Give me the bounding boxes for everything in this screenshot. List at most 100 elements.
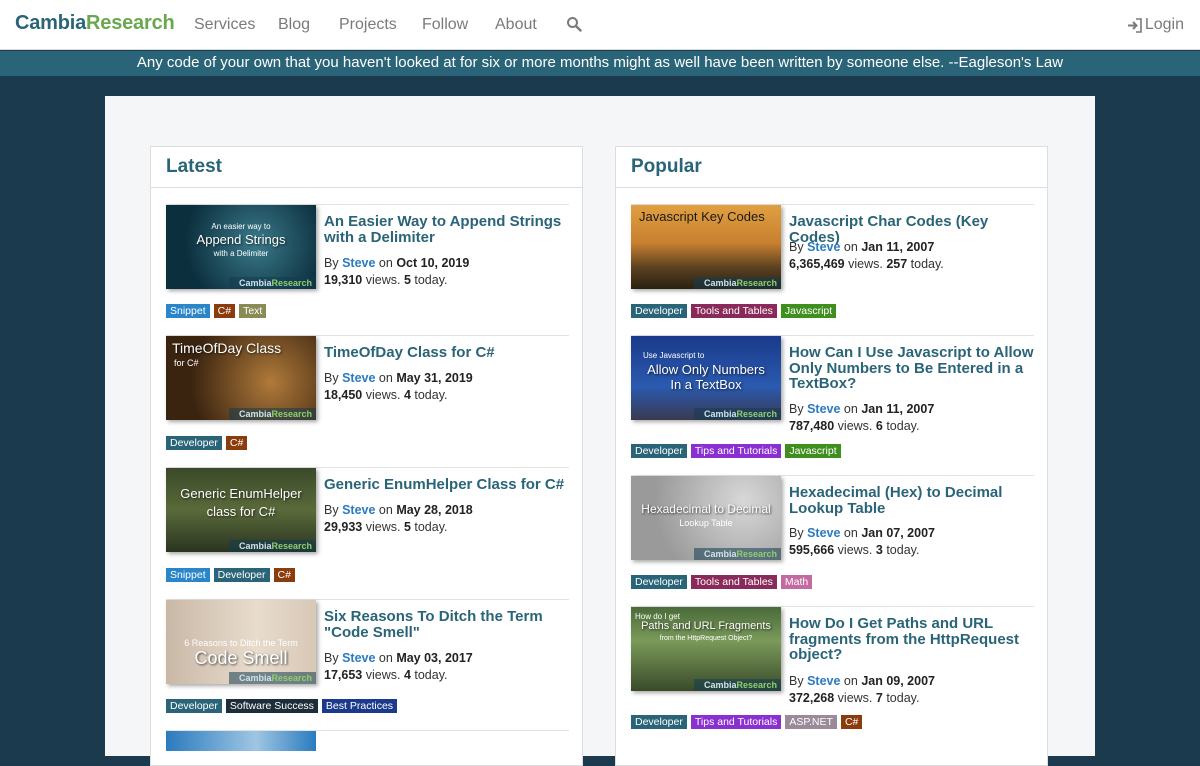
- tag-developer[interactable]: Developer: [166, 436, 222, 450]
- today-label: today.: [414, 273, 448, 287]
- tag-list: Developer Software Success Best Practice…: [166, 699, 398, 713]
- today-count: 5: [403, 273, 411, 287]
- thumb-watermark: CambiaResearch: [228, 277, 316, 289]
- article-thumbnail[interactable]: Generic EnumHelper class for C# CambiaRe…: [166, 468, 316, 552]
- tag-tools-and-tables[interactable]: Tools and Tables: [690, 304, 777, 318]
- tag-developer[interactable]: Developer: [631, 575, 687, 589]
- watermark-part-1: Cambia: [703, 680, 737, 690]
- today-count: 7: [875, 691, 883, 705]
- tag-csharp[interactable]: C#: [213, 304, 236, 318]
- tag-csharp[interactable]: C#: [273, 568, 295, 582]
- thumb-line-2: Code Smell: [194, 648, 288, 668]
- tag-tips-and-tutorials[interactable]: Tips and Tutorials: [690, 444, 782, 458]
- latest-panel: Latest An easier way to Append Strings w…: [150, 146, 583, 766]
- watermark-part-2: Research: [736, 680, 777, 690]
- article-thumbnail[interactable]: Javascript Key Codes CambiaResearch: [631, 205, 781, 289]
- tag-text[interactable]: Text: [239, 304, 267, 318]
- quote-banner: Any code of your own that you haven't lo…: [0, 51, 1200, 76]
- author-link[interactable]: Steve: [342, 503, 375, 517]
- login-link[interactable]: Login: [1127, 16, 1184, 34]
- tag-developer[interactable]: Developer: [213, 568, 270, 582]
- views-label: views.: [365, 520, 401, 534]
- thumb-line-1: Use Javascript to: [643, 351, 705, 360]
- tag-csharp[interactable]: C#: [225, 436, 248, 450]
- nav-about[interactable]: About: [495, 16, 537, 34]
- view-count: 6,365,469: [789, 257, 845, 271]
- article-title[interactable]: How Do I Get Paths and URL fragments fro…: [789, 616, 1034, 663]
- watermark-part-2: Research: [736, 278, 777, 288]
- tag-csharp[interactable]: C#: [840, 715, 863, 729]
- article-title[interactable]: Hexadecimal (Hex) to Decimal Lookup Tabl…: [789, 485, 1034, 516]
- thumb-line-2: Hexadecimal to Decimal: [641, 502, 771, 516]
- tag-best-practices[interactable]: Best Practices: [321, 699, 398, 713]
- today-count: 4: [403, 388, 411, 402]
- tag-software-success[interactable]: Software Success: [225, 699, 318, 713]
- article-thumbnail[interactable]: Hexadecimal to Decimal Lookup Table Camb…: [631, 476, 781, 560]
- article-thumbnail[interactable]: TimeOfDay Class for C# CambiaResearch: [166, 336, 316, 420]
- today-count: 4: [403, 668, 411, 682]
- tag-developer[interactable]: Developer: [631, 444, 687, 458]
- tag-developer[interactable]: Developer: [631, 715, 687, 729]
- tag-snippet[interactable]: Snippet: [166, 304, 210, 318]
- search-icon[interactable]: [566, 16, 582, 32]
- thumb-watermark: CambiaResearch: [693, 277, 781, 289]
- nav-follow[interactable]: Follow: [422, 16, 468, 34]
- author-link[interactable]: Steve: [807, 240, 840, 254]
- nav-projects[interactable]: Projects: [339, 16, 397, 34]
- tag-developer[interactable]: Developer: [631, 304, 687, 318]
- article-title[interactable]: TimeOfDay Class for C#: [324, 345, 569, 361]
- view-count: 19,310: [324, 273, 363, 287]
- author-link[interactable]: Steve: [342, 371, 375, 385]
- nav-blog[interactable]: Blog: [278, 16, 310, 34]
- article-thumbnail[interactable]: An easier way to Append Strings with a D…: [166, 205, 316, 289]
- by-label: By: [789, 526, 804, 540]
- watermark-part-2: Research: [271, 673, 312, 683]
- article-date: Jan 11, 2007: [861, 240, 935, 254]
- article-title[interactable]: An Easier Way to Append Strings with a D…: [324, 214, 569, 245]
- tag-snippet[interactable]: Snippet: [166, 568, 210, 582]
- article-date: Oct 10, 2019: [396, 256, 470, 270]
- tag-tips-and-tutorials[interactable]: Tips and Tutorials: [690, 715, 782, 729]
- login-label: Login: [1144, 16, 1184, 33]
- article-thumbnail[interactable]: [166, 731, 316, 751]
- tag-developer[interactable]: Developer: [166, 699, 222, 713]
- article-thumbnail[interactable]: 6 Reasons to Ditch the Term Code Smell C…: [166, 600, 316, 684]
- article-thumbnail[interactable]: How do I get Paths and URL Fragments fro…: [631, 607, 781, 691]
- author-link[interactable]: Steve: [807, 402, 840, 416]
- author-link[interactable]: Steve: [342, 651, 375, 665]
- on-label: on: [843, 674, 858, 688]
- article-thumbnail[interactable]: Use Javascript to Allow Only Numbers In …: [631, 336, 781, 420]
- author-link[interactable]: Steve: [807, 526, 840, 540]
- view-count: 595,666: [789, 543, 835, 557]
- popular-title: Popular: [631, 156, 702, 177]
- author-link[interactable]: Steve: [807, 674, 840, 688]
- tag-javascript[interactable]: Javascript: [780, 304, 837, 318]
- thumb-line-3: Lookup Table: [679, 518, 733, 528]
- tag-list: Developer Tools and Tables Math: [631, 575, 813, 589]
- article-meta: By Steve on Jan 09, 2007 372,268 views. …: [789, 673, 935, 707]
- views-label: views.: [837, 543, 873, 557]
- thumb-watermark: CambiaResearch: [693, 408, 781, 420]
- article-title[interactable]: Generic EnumHelper Class for C#: [324, 477, 569, 493]
- tag-aspnet[interactable]: ASP.NET: [785, 715, 837, 729]
- article-date: Jan 09, 2007: [861, 674, 935, 688]
- article-date: May 28, 2018: [396, 503, 473, 517]
- nav-services[interactable]: Services: [194, 16, 255, 34]
- watermark-part-2: Research: [736, 549, 777, 559]
- article-title[interactable]: How Can I Use Javascript to Allow Only N…: [789, 345, 1034, 392]
- article-title[interactable]: Six Reasons To Ditch the Term "Code Smel…: [324, 609, 569, 640]
- tag-tools-and-tables[interactable]: Tools and Tables: [690, 575, 777, 589]
- thumb-line-3: class for C#: [206, 504, 276, 519]
- today-label: today.: [414, 520, 448, 534]
- article-meta: By Steve on May 28, 2018 29,933 views. 5…: [324, 502, 473, 536]
- thumb-line-2: Paths and URL Fragments: [641, 620, 771, 632]
- brand-logo[interactable]: CambiaResearch: [15, 12, 175, 35]
- watermark-part-2: Research: [271, 541, 312, 551]
- today-label: today.: [886, 691, 920, 705]
- author-link[interactable]: Steve: [342, 256, 375, 270]
- thumb-watermark: CambiaResearch: [228, 540, 316, 552]
- today-label: today.: [886, 543, 920, 557]
- tag-math[interactable]: Math: [780, 575, 813, 589]
- tag-javascript[interactable]: Javascript: [785, 444, 841, 458]
- top-navbar: CambiaResearch Services Blog Projects Fo…: [0, 0, 1200, 50]
